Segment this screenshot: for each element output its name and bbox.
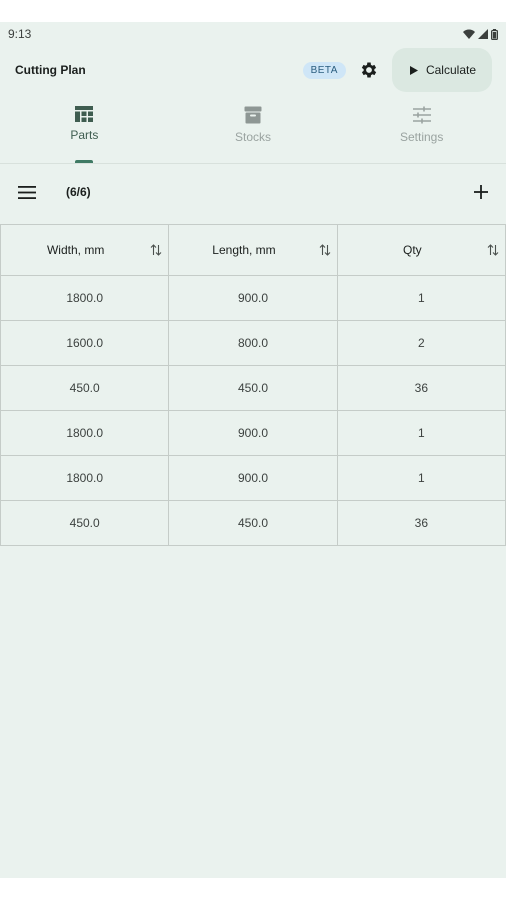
settings-button[interactable] — [358, 59, 380, 81]
app-title: Cutting Plan — [15, 63, 86, 77]
cell-width[interactable]: 1800.0 — [0, 411, 170, 455]
battery-icon — [491, 28, 498, 40]
cell-qty[interactable]: 1 — [338, 276, 506, 320]
status-bar: 9:13 — [0, 22, 506, 46]
table-row[interactable]: 1800.0 900.0 1 — [0, 411, 506, 456]
parts-toolbar: (6/6) — [0, 164, 506, 220]
sort-icon[interactable] — [319, 244, 331, 256]
cell-width[interactable]: 1600.0 — [0, 321, 170, 365]
cell-qty[interactable]: 2 — [338, 321, 506, 365]
cell-length[interactable]: 900.0 — [169, 276, 338, 320]
wifi-icon — [463, 29, 475, 39]
status-time: 9:13 — [8, 27, 32, 41]
tab-bar: Parts Stocks Settings — [0, 94, 506, 164]
column-header-label: Qty — [402, 243, 422, 257]
play-icon — [409, 65, 418, 75]
table-row[interactable]: 450.0 450.0 36 — [0, 366, 506, 411]
cell-qty[interactable]: 36 — [338, 501, 506, 545]
cell-width[interactable]: 1800.0 — [0, 456, 170, 500]
cell-width[interactable]: 450.0 — [0, 366, 170, 410]
cell-width[interactable]: 1800.0 — [0, 276, 170, 320]
column-header-width[interactable]: Width, mm — [0, 225, 170, 275]
app-bar: Cutting Plan BETA Calculate — [0, 46, 506, 94]
grid-icon — [75, 106, 94, 122]
sliders-icon — [412, 106, 431, 124]
table-header-row: Width, mm Length, mm Qty — [0, 225, 506, 276]
tab-label: Parts — [70, 128, 99, 142]
tab-parts[interactable]: Parts — [0, 94, 169, 163]
column-header-qty[interactable]: Qty — [338, 225, 506, 275]
column-header-label: Width, mm — [46, 243, 105, 257]
active-tab-indicator — [75, 160, 94, 163]
cell-qty[interactable]: 1 — [338, 456, 506, 500]
tab-label: Stocks — [235, 130, 272, 144]
tab-label: Settings — [400, 130, 444, 144]
table-row[interactable]: 1800.0 900.0 1 — [0, 276, 506, 321]
calculate-button[interactable]: Calculate — [391, 48, 492, 92]
menu-button[interactable] — [16, 181, 38, 203]
plus-icon — [474, 185, 488, 199]
beta-badge: BETA — [302, 61, 346, 79]
tab-settings[interactable]: Settings — [337, 94, 506, 163]
cell-qty[interactable]: 36 — [338, 366, 506, 410]
cell-length[interactable]: 800.0 — [169, 321, 338, 365]
column-header-label: Length, mm — [212, 243, 276, 257]
menu-icon — [18, 185, 36, 199]
table-row[interactable]: 1800.0 900.0 1 — [0, 456, 506, 501]
gear-icon — [361, 62, 377, 78]
status-icons — [463, 28, 498, 40]
column-header-length[interactable]: Length, mm — [169, 225, 338, 275]
app-screen: 9:13 Cutting Plan BETA Calculate Parts S… — [0, 22, 506, 878]
tab-stocks[interactable]: Stocks — [169, 94, 338, 163]
parts-count: (6/6) — [66, 185, 91, 199]
cell-length[interactable]: 450.0 — [169, 501, 338, 545]
cell-length[interactable]: 900.0 — [169, 411, 338, 455]
cell-width[interactable]: 450.0 — [0, 501, 170, 545]
cell-length[interactable]: 900.0 — [169, 456, 338, 500]
parts-table: Width, mm Length, mm Qty 1800.0 900.0 1 … — [0, 224, 506, 546]
table-row[interactable]: 450.0 450.0 36 — [0, 501, 506, 546]
calculate-label: Calculate — [425, 63, 476, 77]
add-part-button[interactable] — [470, 181, 492, 203]
sort-icon[interactable] — [150, 244, 162, 256]
signal-icon — [478, 29, 488, 39]
sort-icon[interactable] — [487, 244, 499, 256]
cell-qty[interactable]: 1 — [338, 411, 506, 455]
box-icon — [244, 106, 262, 124]
table-row[interactable]: 1600.0 800.0 2 — [0, 321, 506, 366]
cell-length[interactable]: 450.0 — [169, 366, 338, 410]
